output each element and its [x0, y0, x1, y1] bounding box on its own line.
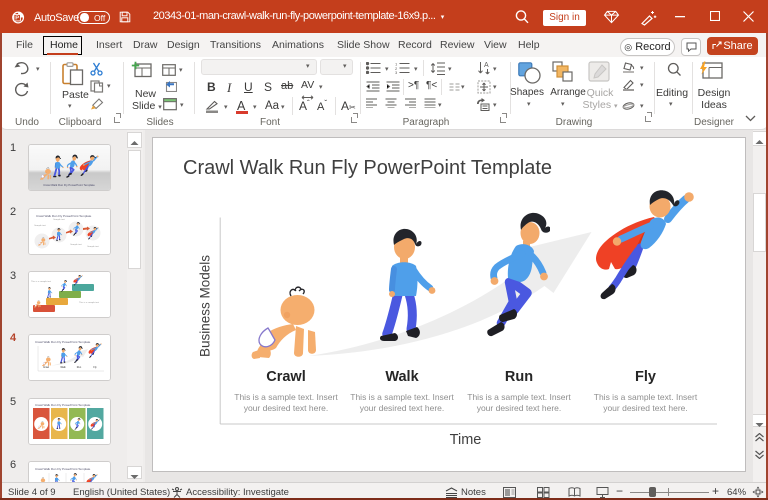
svg-text:Crawl: Crawl [43, 366, 50, 369]
svg-text:This is a sample text: This is a sample text [31, 280, 51, 283]
svg-text:A: A [484, 62, 489, 69]
svg-text:Sample text: Sample text [53, 218, 65, 221]
svg-text:Sample text: Sample text [34, 224, 46, 227]
svg-text:Run: Run [77, 366, 82, 369]
svg-text:Sample text: Sample text [70, 243, 82, 246]
svg-text:Crawl Walk Run Fly PowerPoint: Crawl Walk Run Fly PowerPoint Template [35, 403, 91, 407]
svg-text:Crawl Walk Run Fly PowerPoint: Crawl Walk Run Fly PowerPoint Template [36, 214, 92, 218]
svg-text:3: 3 [395, 70, 398, 74]
svg-text:Walk: Walk [60, 366, 66, 369]
svg-text:This is a sample text: This is a sample text [79, 301, 99, 304]
svg-text:Crawl Walk Run Fly PowerPoint: Crawl Walk Run Fly PowerPoint Template [43, 183, 95, 187]
svg-text:P: P [15, 16, 19, 22]
svg-text:Crawl Walk Run Fly PowerPoint: Crawl Walk Run Fly PowerPoint Template [35, 467, 91, 471]
svg-text:Crawl Walk Run Fly PowerPoint: Crawl Walk Run Fly PowerPoint Template [35, 340, 91, 344]
svg-text:Sample text: Sample text [87, 245, 99, 248]
